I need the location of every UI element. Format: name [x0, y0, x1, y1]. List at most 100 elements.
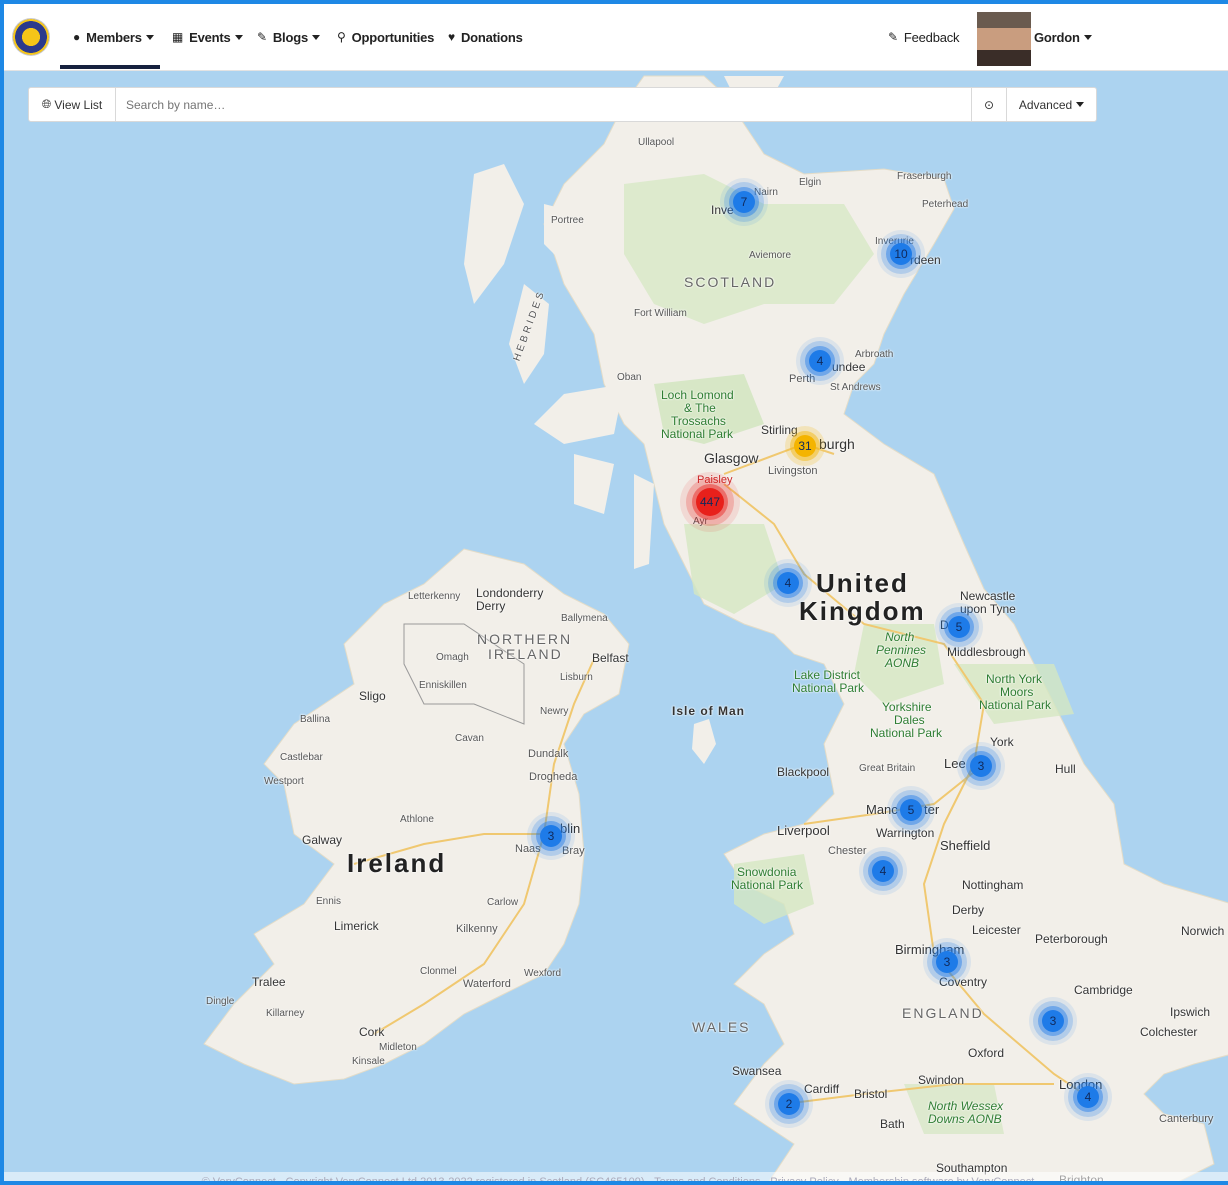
- label-killarney: Killarney: [266, 1008, 305, 1019]
- advanced-label: Advanced: [1018, 97, 1073, 112]
- globe-icon: 🌐︎: [41, 97, 52, 111]
- label-castlebar: Castlebar: [280, 752, 323, 763]
- label-colchester: Colchester: [1140, 1025, 1198, 1039]
- label-drogheda: Drogheda: [529, 771, 578, 783]
- user-avatar[interactable]: [977, 12, 1031, 66]
- label-bath: Bath: [880, 1117, 905, 1131]
- label-fort-william: Fort William: [634, 308, 687, 319]
- cluster-manchester[interactable]: 5: [900, 799, 922, 821]
- label-galway: Galway: [302, 833, 343, 847]
- map-footer: © VeryConnect · Copyright VeryConnect Lt…: [4, 1172, 1228, 1181]
- label-yorkshire-dales-3: National Park: [870, 726, 943, 740]
- members-map[interactable]: SCOTLAND HEBRIDES United Kingdom Ireland…: [4, 70, 1228, 1181]
- label-glasgow: Glasgow: [704, 450, 759, 466]
- view-list-label: View List: [54, 97, 103, 112]
- caret-down-icon: [311, 34, 320, 40]
- clear-circle-icon: ⊙: [983, 97, 995, 112]
- nav-opportunities[interactable]: ⚲ Opportunities: [337, 4, 434, 70]
- label-middlesbrough: Middlesbrough: [947, 645, 1026, 659]
- label-kinsale: Kinsale: [352, 1056, 385, 1067]
- label-hull: Hull: [1055, 762, 1076, 776]
- label-perth: Perth: [789, 373, 816, 385]
- label-dingle: Dingle: [206, 996, 235, 1007]
- label-ullapool: Ullapool: [638, 137, 675, 148]
- cluster-leeds[interactable]: 3: [970, 755, 992, 777]
- label-leeds: Lee: [944, 756, 966, 771]
- user-menu[interactable]: Gordon: [1034, 4, 1092, 70]
- search-input[interactable]: [116, 88, 971, 121]
- nav-blogs[interactable]: ✎ Blogs: [257, 4, 320, 70]
- feedback-link[interactable]: ✎ Feedback: [888, 4, 960, 70]
- cluster-edinburgh[interactable]: 31: [794, 435, 816, 457]
- label-newry: Newry: [540, 706, 569, 717]
- label-northern: NORTHERN: [477, 631, 573, 647]
- label-swindon: Swindon: [918, 1073, 965, 1087]
- label-st-andrews: St Andrews: [830, 382, 881, 393]
- cluster-aberdeen[interactable]: 10: [890, 243, 912, 265]
- label-limerick: Limerick: [334, 919, 379, 933]
- label-scotland: SCOTLAND: [684, 274, 777, 290]
- org-logo[interactable]: [13, 19, 49, 55]
- label-canterbury: Canterbury: [1159, 1113, 1214, 1125]
- label-great-britain: Great Britain: [859, 763, 916, 774]
- caret-down-icon: [145, 34, 154, 40]
- cluster-dublin[interactable]: 3: [540, 825, 562, 847]
- label-sligo: Sligo: [359, 689, 386, 703]
- label-bray: Bray: [562, 845, 585, 857]
- label-belfast: Belfast: [592, 651, 629, 665]
- label-north-york-3: National Park: [979, 698, 1052, 712]
- cluster-birmingham[interactable]: 3: [936, 951, 958, 973]
- label-yorkshire-dales: Yorkshire: [882, 700, 932, 714]
- calendar-icon: ▦: [172, 30, 184, 44]
- label-leicester: Leicester: [972, 923, 1021, 937]
- cluster-london[interactable]: 4: [1077, 1086, 1099, 1108]
- label-england: ENGLAND: [902, 1005, 984, 1021]
- view-list-button[interactable]: 🌐︎ View List: [29, 88, 116, 121]
- label-londonderry: Londonderry: [476, 586, 544, 600]
- cluster-inverness[interactable]: 7: [733, 191, 755, 213]
- nav-members[interactable]: ● Members: [73, 4, 154, 70]
- label-paisley: Paisley: [697, 474, 733, 486]
- nav-blogs-label: Blogs: [272, 29, 308, 45]
- top-navbar: ● Members ▦ Events ✎ Blogs ⚲ Opportuniti…: [4, 4, 1228, 71]
- label-ennis: Ennis: [316, 896, 342, 907]
- cluster-dumfries[interactable]: 4: [777, 572, 799, 594]
- label-isle-of-man: Isle of Man: [672, 704, 746, 718]
- label-north-york-2: Moors: [1000, 685, 1034, 699]
- edit-icon: ✎: [888, 30, 898, 44]
- cluster-swansea[interactable]: 2: [778, 1093, 800, 1115]
- label-peterhead: Peterhead: [922, 199, 969, 210]
- label-oxford: Oxford: [968, 1046, 1005, 1060]
- label-sheffield: Sheffield: [940, 838, 991, 853]
- label-north-york: North York: [986, 672, 1043, 686]
- cluster-essex[interactable]: 3: [1042, 1010, 1064, 1032]
- cluster-dundee[interactable]: 4: [809, 350, 831, 372]
- label-newcastle: Newcastle: [960, 589, 1016, 603]
- label-lake-district-2: National Park: [792, 681, 865, 695]
- label-snowdonia: Snowdonia: [737, 865, 797, 879]
- nav-donations[interactable]: ♥ Donations: [448, 4, 523, 70]
- nav-events[interactable]: ▦ Events: [172, 4, 243, 70]
- nav-members-label: Members: [86, 29, 142, 45]
- nav-donations-label: Donations: [460, 29, 523, 45]
- label-north-pennines-3: AONB: [885, 656, 920, 670]
- clear-search-button[interactable]: ⊙: [971, 88, 1006, 121]
- cluster-stoke[interactable]: 4: [872, 860, 894, 882]
- label-inverness: Inve: [711, 203, 734, 217]
- cluster-durham[interactable]: 5: [948, 616, 970, 638]
- advanced-filter-button[interactable]: Advanced: [1006, 88, 1096, 121]
- label-loch-lomond-4: National Park: [661, 427, 734, 441]
- feedback-label: Feedback: [903, 29, 960, 45]
- label-clonmel: Clonmel: [420, 966, 457, 977]
- label-edinburgh: burgh: [819, 436, 855, 452]
- label-cardiff: Cardiff: [804, 1082, 840, 1096]
- label-coventry: Coventry: [939, 975, 988, 989]
- app-frame: SCOTLAND HEBRIDES United Kingdom Ireland…: [0, 0, 1228, 1185]
- caret-down-icon: [1083, 34, 1092, 40]
- nav-opportunities-label: Opportunities: [351, 29, 435, 45]
- label-bristol: Bristol: [854, 1087, 888, 1101]
- cluster-ayrshire[interactable]: 447: [696, 488, 724, 516]
- label-elgin: Elgin: [799, 177, 822, 188]
- label-peterborough: Peterborough: [1035, 932, 1108, 946]
- label-newcastle-2: upon Tyne: [960, 602, 1016, 616]
